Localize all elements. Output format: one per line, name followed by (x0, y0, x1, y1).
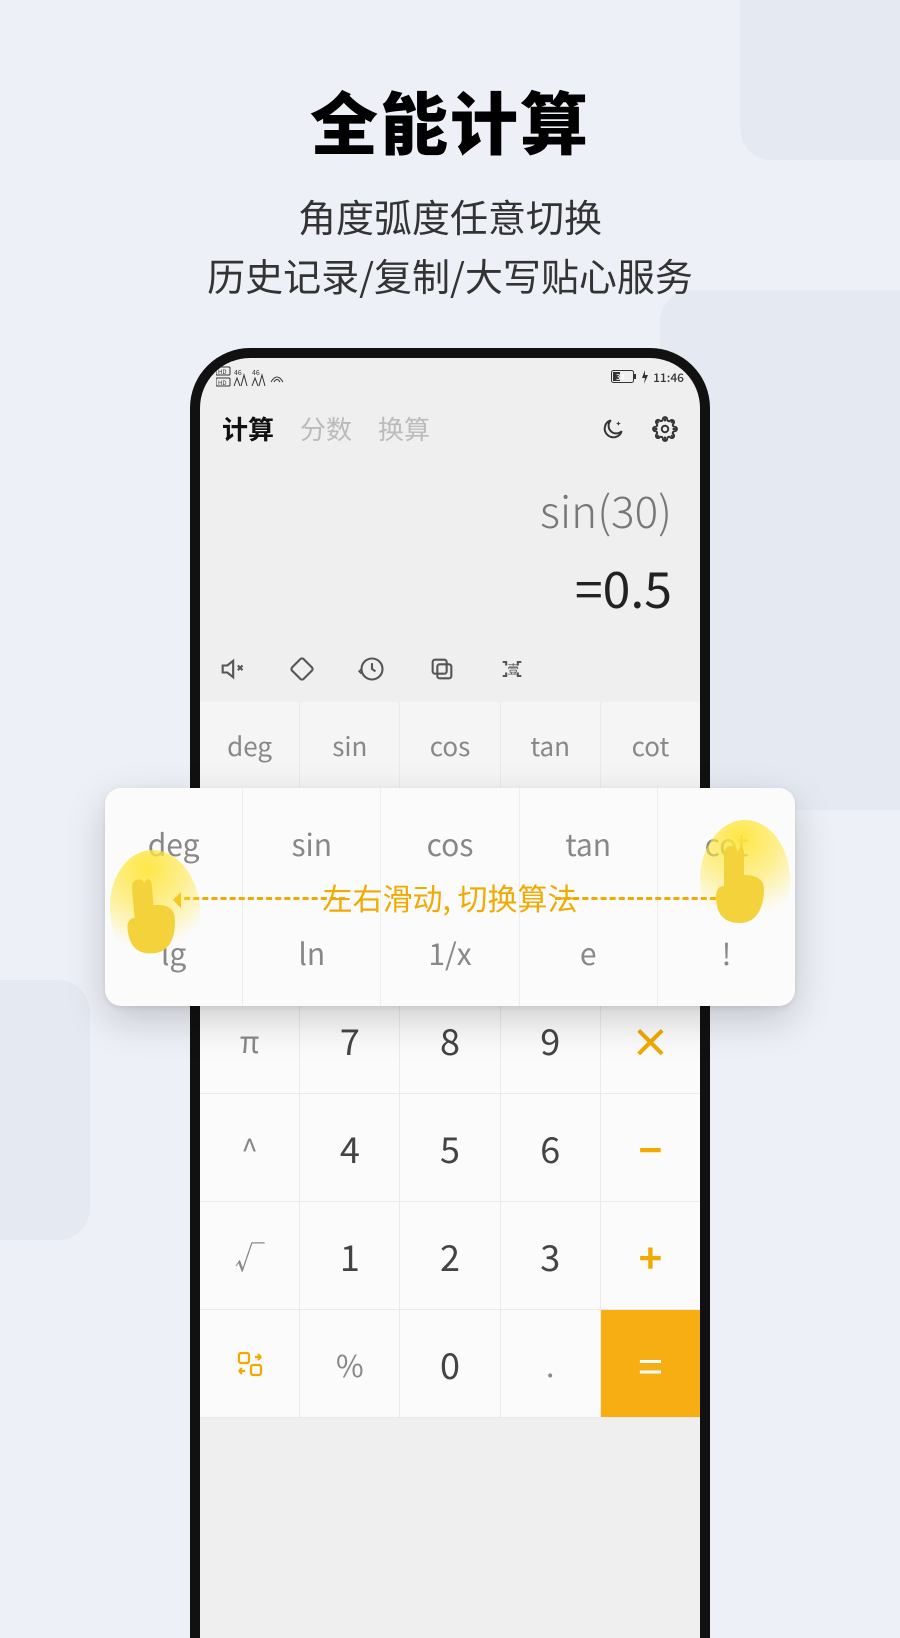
sci-key-cos[interactable]: cos (400, 702, 500, 790)
key-3[interactable]: 3 (501, 1202, 601, 1310)
tab-calc[interactable]: 计算 (222, 410, 274, 447)
key-−[interactable]: − (601, 1094, 700, 1202)
sci-key-cot[interactable]: cot (601, 702, 700, 790)
key-4[interactable]: 4 (300, 1094, 400, 1202)
sci-key-deg[interactable]: deg (105, 788, 243, 897)
sci-key-ln[interactable]: ln (243, 897, 381, 1006)
sci-key-tan[interactable]: tan (520, 788, 658, 897)
key-+[interactable]: + (601, 1202, 700, 1310)
history-button[interactable] (358, 655, 386, 688)
marketing-subtitle: 角度弧度任意切换 历史记录/复制/大写贴心服务 (0, 187, 900, 305)
battery-icon: 34 (611, 370, 637, 384)
tab-fraction[interactable]: 分数 (300, 410, 352, 447)
key-%[interactable]: % (300, 1310, 400, 1418)
svg-text:壹: 壹 (507, 661, 519, 678)
sci-key-cot[interactable]: cot (658, 788, 795, 897)
sci-key-sin[interactable]: sin (243, 788, 381, 897)
key-=[interactable]: = (601, 1310, 700, 1418)
dark-mode-button[interactable] (600, 416, 626, 442)
sci-key-deg[interactable]: deg (200, 702, 300, 790)
marketing-title: 全能计算 (0, 70, 900, 169)
sci-key-sin[interactable]: sin (300, 702, 400, 790)
capitalize-button[interactable]: 壹 (498, 655, 526, 688)
key-^[interactable]: ^ (200, 1094, 300, 1202)
sci-key-![interactable]: ! (658, 897, 795, 1006)
rotate-button[interactable] (288, 655, 316, 688)
status-signal-icons: HD HD 46 46 (216, 366, 286, 388)
key-1[interactable]: 1 (300, 1202, 400, 1310)
display-result: =0.5 (228, 551, 672, 623)
svg-text:HD: HD (218, 378, 227, 387)
sound-toggle[interactable] (218, 655, 246, 688)
settings-button[interactable] (652, 416, 678, 442)
bg-decoration (0, 980, 90, 1240)
key-⇆[interactable] (200, 1310, 300, 1418)
key-2[interactable]: 2 (400, 1202, 500, 1310)
sci-key-1/x[interactable]: 1/x (381, 897, 519, 1006)
svg-text:46: 46 (252, 368, 260, 378)
key-5[interactable]: 5 (400, 1094, 500, 1202)
display-expression: sin(30) (228, 477, 672, 541)
sci-key-tan[interactable]: tan (501, 702, 601, 790)
charging-icon (641, 370, 649, 384)
tab-convert[interactable]: 换算 (378, 410, 430, 447)
copy-button[interactable] (428, 655, 456, 688)
sci-key-cos[interactable]: cos (381, 788, 519, 897)
svg-text:HD: HD (218, 367, 227, 376)
swipe-sci-panel[interactable]: degsincostancot lgln1/xe! 左右滑动, 切换算法 (105, 788, 795, 1006)
key-√[interactable]: √ (200, 1202, 300, 1310)
key-6[interactable]: 6 (501, 1094, 601, 1202)
key-.[interactable]: . (501, 1310, 601, 1418)
status-time: 11:46 (653, 369, 684, 386)
sci-key-e[interactable]: e (520, 897, 658, 1006)
svg-text:34: 34 (616, 372, 626, 383)
sci-key-lg[interactable]: lg (105, 897, 243, 1006)
key-0[interactable]: 0 (400, 1310, 500, 1418)
status-bar: HD HD 46 46 34 11:46 (200, 358, 700, 388)
svg-text:46: 46 (234, 368, 242, 378)
